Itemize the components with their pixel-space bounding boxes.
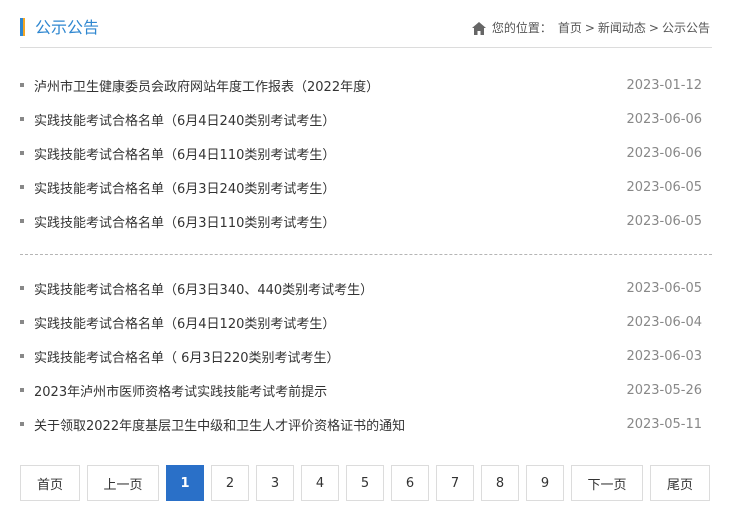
- breadcrumb-current[interactable]: 公示公告: [662, 20, 710, 36]
- list-item-title[interactable]: 泸州市卫生健康委员会政府网站年度工作报表（2022年度）: [34, 76, 626, 95]
- list-item-date: 2023-06-05: [626, 213, 702, 229]
- page-button-8[interactable]: 8: [481, 465, 519, 501]
- list-item-date: 2023-05-11: [626, 416, 702, 432]
- list-item-title[interactable]: 实践技能考试合格名单（6月4日240类别考试考生）: [34, 110, 626, 129]
- first-page-button[interactable]: 首页: [20, 465, 80, 501]
- bullet-icon: [20, 354, 24, 358]
- list-item-date: 2023-06-06: [626, 145, 702, 161]
- list-item-title[interactable]: 实践技能考试合格名单（ 6月3日220类别考试考生）: [34, 347, 626, 366]
- list-item-date: 2023-05-26: [626, 382, 702, 398]
- list-item[interactable]: 实践技能考试合格名单（6月4日110类别考试考生） 2023-06-06: [20, 136, 712, 170]
- bullet-icon: [20, 388, 24, 392]
- list-item-title[interactable]: 实践技能考试合格名单（6月3日240类别考试考生）: [34, 178, 626, 197]
- list-item-title[interactable]: 2023年泸州市医师资格考试实践技能考试考前提示: [34, 381, 626, 400]
- page-button-1[interactable]: 1: [166, 465, 204, 501]
- list-item[interactable]: 泸州市卫生健康委员会政府网站年度工作报表（2022年度） 2023-01-12: [20, 68, 712, 102]
- breadcrumb-home-link[interactable]: 首页: [558, 20, 582, 36]
- list-item-date: 2023-06-05: [626, 280, 702, 296]
- title-accent-bar: [20, 18, 25, 36]
- breadcrumb-news-link[interactable]: 新闻动态: [598, 20, 646, 36]
- page-button-2[interactable]: 2: [211, 465, 249, 501]
- dashed-divider: [20, 254, 712, 255]
- bullet-icon: [20, 83, 24, 87]
- list-item-title[interactable]: 实践技能考试合格名单（6月3日110类别考试考生）: [34, 212, 626, 231]
- list-item[interactable]: 实践技能考试合格名单（6月3日340、440类别考试考生） 2023-06-05: [20, 271, 712, 305]
- bullet-icon: [20, 151, 24, 155]
- page-button-4[interactable]: 4: [301, 465, 339, 501]
- bullet-icon: [20, 219, 24, 223]
- page-button-5[interactable]: 5: [346, 465, 384, 501]
- bullet-icon: [20, 117, 24, 121]
- list-item[interactable]: 实践技能考试合格名单（6月4日240类别考试考生） 2023-06-06: [20, 102, 712, 136]
- list-item[interactable]: 实践技能考试合格名单（6月4日120类别考试考生） 2023-06-04: [20, 305, 712, 339]
- list-item-date: 2023-06-05: [626, 179, 702, 195]
- list-item-date: 2023-01-12: [626, 77, 702, 93]
- bullet-icon: [20, 422, 24, 426]
- list-item[interactable]: 2023年泸州市医师资格考试实践技能考试考前提示 2023-05-26: [20, 373, 712, 407]
- section-header: 公示公告 您的位置： 首页 > 新闻动态 > 公示公告: [20, 14, 712, 48]
- bullet-icon: [20, 185, 24, 189]
- next-page-button[interactable]: 下一页: [571, 465, 643, 501]
- list-item-date: 2023-06-03: [626, 348, 702, 364]
- page-button-7[interactable]: 7: [436, 465, 474, 501]
- page: 公示公告 您的位置： 首页 > 新闻动态 > 公示公告 泸州市卫生健康委员会政府…: [0, 0, 731, 506]
- last-page-button[interactable]: 尾页: [650, 465, 710, 501]
- pagination: 首页 上一页 1 2 3 4 5 6 7 8 9 下一页 尾页: [20, 465, 717, 501]
- breadcrumb: 您的位置： 首页 > 新闻动态 > 公示公告: [471, 20, 710, 36]
- breadcrumb-separator: >: [584, 21, 595, 35]
- breadcrumb-label: 您的位置：: [491, 21, 552, 35]
- prev-page-button[interactable]: 上一页: [87, 465, 159, 501]
- list-item-title[interactable]: 关于领取2022年度基层卫生中级和卫生人才评价资格证书的通知: [34, 415, 626, 434]
- list-item-title[interactable]: 实践技能考试合格名单（6月4日120类别考试考生）: [34, 313, 626, 332]
- list-item[interactable]: 实践技能考试合格名单（6月3日110类别考试考生） 2023-06-05: [20, 204, 712, 238]
- list-item-date: 2023-06-06: [626, 111, 702, 127]
- page-button-9[interactable]: 9: [526, 465, 564, 501]
- list-item-title[interactable]: 实践技能考试合格名单（6月3日340、440类别考试考生）: [34, 279, 626, 298]
- bullet-icon: [20, 286, 24, 290]
- list-item-date: 2023-06-04: [626, 314, 702, 330]
- home-icon: [471, 21, 486, 35]
- list-item[interactable]: 关于领取2022年度基层卫生中级和卫生人才评价资格证书的通知 2023-05-1…: [20, 407, 712, 441]
- page-title: 公示公告: [35, 18, 100, 37]
- list-item[interactable]: 实践技能考试合格名单（6月3日240类别考试考生） 2023-06-05: [20, 170, 712, 204]
- page-button-6[interactable]: 6: [391, 465, 429, 501]
- notice-list: 泸州市卫生健康委员会政府网站年度工作报表（2022年度） 2023-01-12 …: [20, 68, 712, 441]
- page-button-3[interactable]: 3: [256, 465, 294, 501]
- bullet-icon: [20, 320, 24, 324]
- list-item-title[interactable]: 实践技能考试合格名单（6月4日110类别考试考生）: [34, 144, 626, 163]
- list-item[interactable]: 实践技能考试合格名单（ 6月3日220类别考试考生） 2023-06-03: [20, 339, 712, 373]
- breadcrumb-separator: >: [648, 21, 659, 35]
